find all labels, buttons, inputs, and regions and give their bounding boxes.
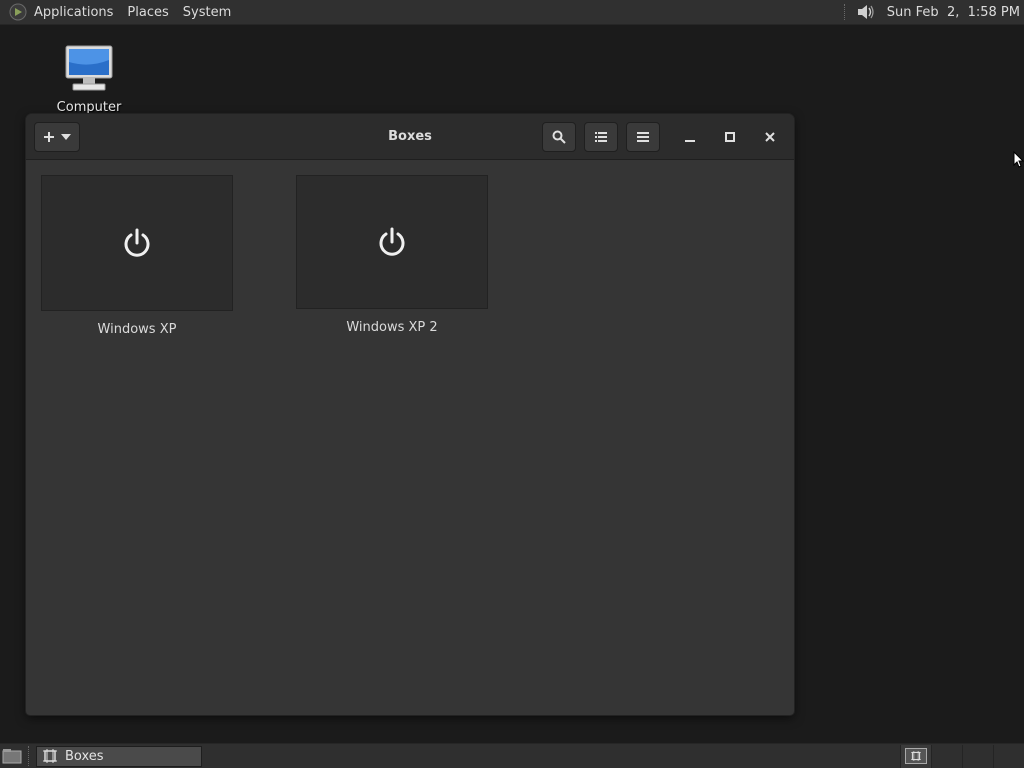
plus-icon (44, 132, 54, 142)
gnome-foot-icon (9, 3, 27, 21)
show-desktop-button[interactable] (0, 744, 24, 768)
workspace-window-thumbnail (905, 748, 927, 764)
top-panel: Applications Places System Sun Feb 2, 1:… (0, 0, 1024, 25)
maximize-icon (725, 132, 735, 142)
close-icon (765, 132, 775, 142)
box-label: Windows XP (97, 322, 177, 337)
power-icon (124, 228, 150, 257)
boxes-window: Boxes Windows XP Windows XP 2 (26, 114, 794, 715)
taskbar-button-label: Boxes (65, 748, 104, 764)
close-button[interactable] (758, 125, 782, 149)
maximize-button[interactable] (718, 125, 742, 149)
workspace-3[interactable] (962, 744, 993, 768)
taskbar-button-boxes[interactable]: Boxes (36, 745, 202, 767)
hamburger-menu-icon (637, 132, 649, 142)
panel-separator (28, 746, 30, 766)
workspace-1[interactable] (900, 744, 931, 768)
desktop-icon-computer[interactable]: Computer (52, 44, 126, 115)
box-item[interactable]: Windows XP 2 (296, 175, 488, 335)
search-icon (552, 130, 566, 144)
power-icon (379, 227, 405, 256)
headerbar: Boxes (26, 114, 794, 160)
clock[interactable]: Sun Feb 2, 1:58 PM (887, 5, 1020, 20)
show-desktop-icon (2, 749, 22, 764)
bottom-panel: Boxes (0, 743, 1024, 768)
minimize-icon (685, 140, 695, 142)
search-button[interactable] (542, 122, 576, 152)
new-box-button[interactable] (34, 122, 80, 152)
workspace-2[interactable] (931, 744, 962, 768)
box-thumbnail[interactable] (296, 175, 488, 309)
boxes-collection: Windows XP Windows XP 2 (26, 160, 794, 715)
speaker-icon[interactable] (855, 2, 877, 22)
box-thumbnail[interactable] (41, 175, 233, 311)
desktop-icon-label: Computer (56, 100, 122, 115)
menu-button[interactable] (626, 122, 660, 152)
workspace-switcher (900, 744, 1024, 768)
list-view-icon (595, 132, 607, 142)
computer-monitor-icon (65, 45, 113, 91)
chevron-down-icon (61, 134, 71, 140)
minimize-button[interactable] (678, 125, 702, 149)
boxes-app-icon (43, 749, 57, 763)
panel-handle (843, 4, 847, 20)
menu-applications[interactable]: Applications (27, 0, 120, 25)
mouse-cursor-icon (1013, 151, 1024, 168)
box-item[interactable]: Windows XP (41, 175, 233, 337)
menu-system[interactable]: System (176, 0, 238, 25)
boxes-app-icon (911, 751, 921, 761)
list-view-button[interactable] (584, 122, 618, 152)
workspace-4[interactable] (993, 744, 1024, 768)
box-label: Windows XP 2 (346, 320, 438, 335)
applications-menu-group: Applications (0, 0, 120, 25)
menu-places[interactable]: Places (120, 0, 175, 25)
notification-area: Sun Feb 2, 1:58 PM (843, 0, 1024, 25)
